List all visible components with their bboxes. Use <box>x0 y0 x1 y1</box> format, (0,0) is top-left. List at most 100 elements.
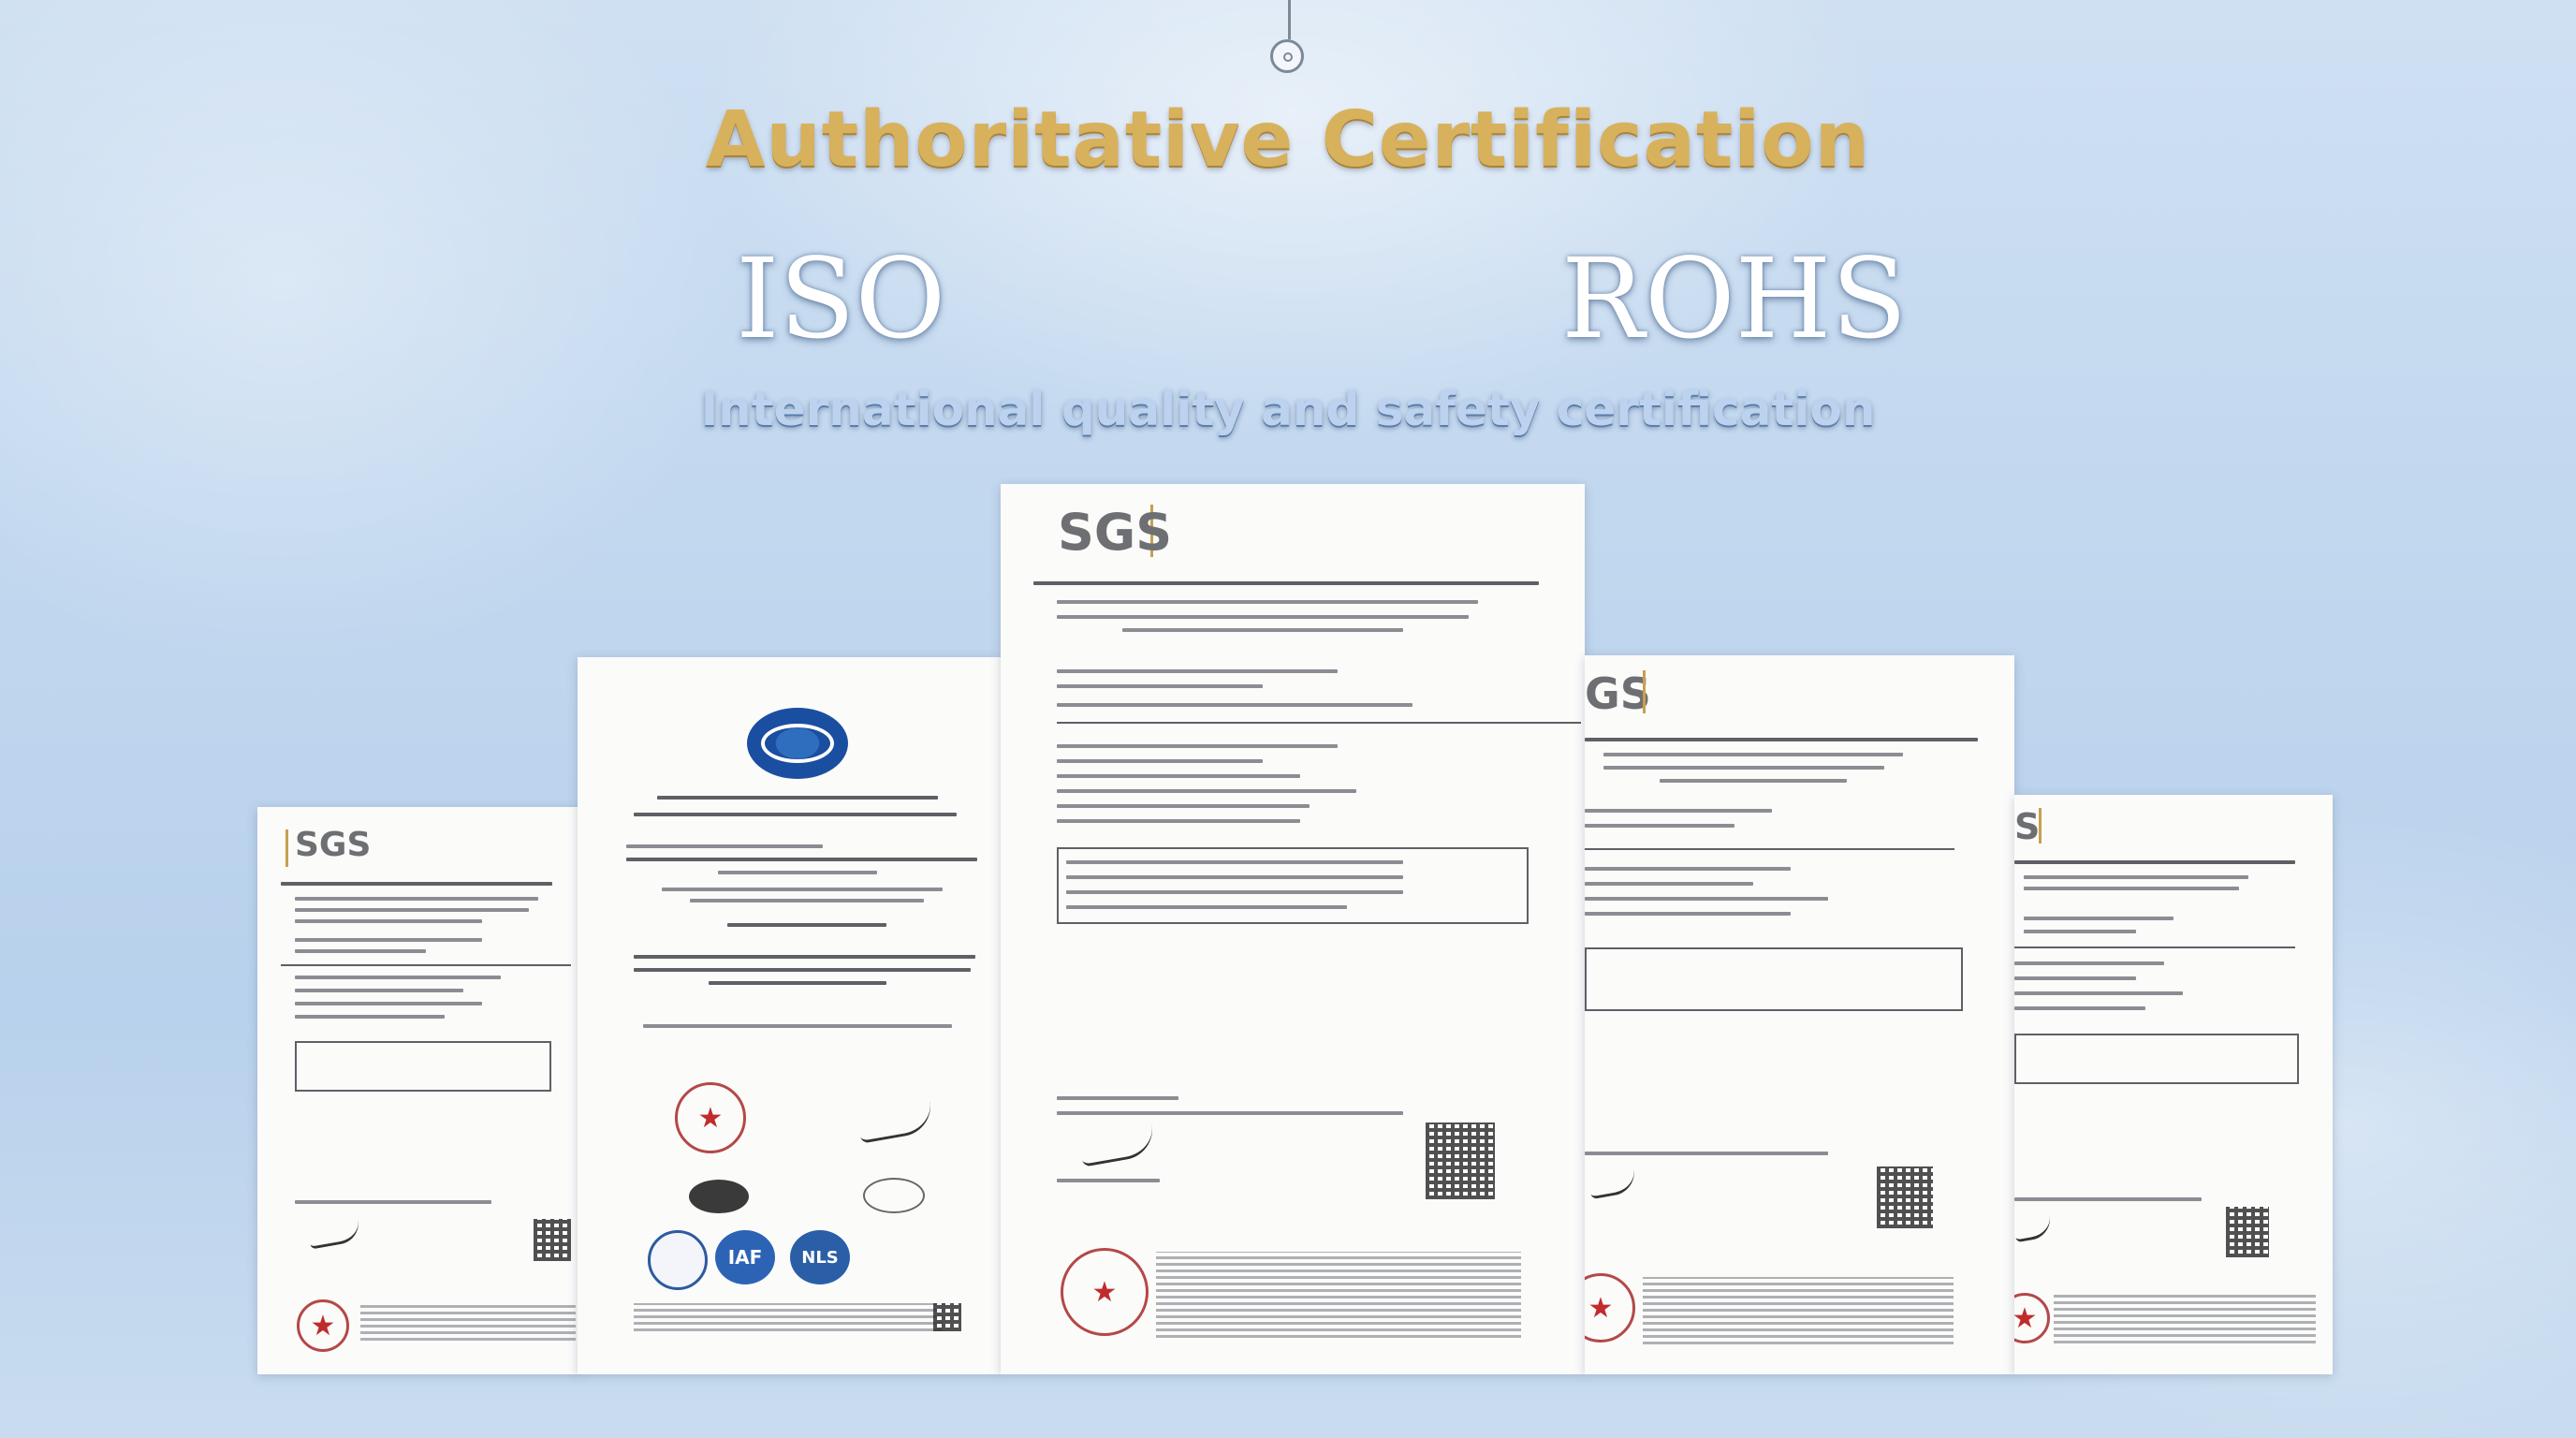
star-stamp-icon: ★ <box>675 1082 746 1153</box>
text-line <box>1603 766 1884 770</box>
text-line <box>626 858 977 861</box>
text-line <box>2024 887 2239 890</box>
certificate-center: SGS ★ <box>1001 484 1585 1374</box>
text-line <box>2014 991 2183 995</box>
text-line <box>634 955 975 959</box>
qr-code-icon <box>1877 1167 1933 1228</box>
footer-text <box>1643 1277 1954 1344</box>
hanger-hook <box>1283 52 1293 62</box>
signature-icon <box>2014 1214 2054 1243</box>
certificate-iso: ★ IAF NLS <box>578 657 1001 1374</box>
text-line <box>295 1002 482 1005</box>
text-line <box>690 899 924 902</box>
text-line <box>1057 1179 1160 1182</box>
iaf-mark: IAF <box>715 1230 775 1284</box>
text-line <box>1057 684 1263 688</box>
text-line <box>2014 1197 2202 1201</box>
logo-accent <box>1643 670 1646 713</box>
text-line <box>2024 875 2248 879</box>
oval-mark <box>689 1180 749 1213</box>
text-line <box>1585 738 1978 741</box>
text-line <box>1585 867 1791 871</box>
iso-label: ISO <box>736 234 946 363</box>
text-line <box>1585 824 1734 828</box>
logo-accent <box>2039 808 2042 844</box>
text-line <box>1057 789 1356 793</box>
logo-accent <box>285 829 288 867</box>
sgs-partial-logo: GS <box>1585 668 1651 719</box>
subtitle: International quality and safety certifi… <box>700 382 1876 436</box>
text-line <box>1066 875 1403 879</box>
result-table <box>1585 947 1963 1011</box>
sgs-partial-logo: S <box>2014 806 2041 847</box>
text-line <box>1057 744 1338 748</box>
text-line <box>295 919 482 923</box>
divider <box>2014 946 2295 948</box>
divider <box>1057 722 1581 724</box>
text-line <box>1122 628 1403 632</box>
star-stamp-icon: ★ <box>297 1299 349 1352</box>
text-line <box>295 908 529 912</box>
text-line <box>1057 774 1300 778</box>
text-line <box>662 888 943 891</box>
sgs-logo: SGS <box>295 826 372 864</box>
result-table <box>2014 1034 2299 1084</box>
text-line <box>295 1015 445 1019</box>
signature-icon <box>1077 1123 1158 1167</box>
footer-text <box>2054 1293 2316 1343</box>
text-line <box>1057 1111 1403 1115</box>
footer-text <box>634 1303 943 1331</box>
text-line <box>1057 703 1412 707</box>
globe-emblem-icon <box>747 708 848 779</box>
result-table <box>1057 847 1529 924</box>
text-line <box>1066 890 1403 894</box>
text-line <box>1057 615 1469 619</box>
oval-outline-mark <box>863 1178 925 1213</box>
text-line <box>709 981 886 985</box>
accreditation-mark: NLS <box>790 1230 850 1284</box>
text-line <box>2014 1006 2145 1010</box>
hanger-string <box>1288 0 1291 39</box>
certificate-far-right: S ★ <box>2014 795 2333 1374</box>
text-line <box>1033 581 1539 585</box>
text-line <box>2014 976 2136 980</box>
star-stamp-icon: ★ <box>1585 1273 1635 1343</box>
main-title: Authoritative Certification <box>705 95 1871 184</box>
text-line <box>295 1200 491 1204</box>
text-line <box>1585 897 1828 901</box>
divider <box>1585 848 1954 850</box>
divider <box>281 964 571 966</box>
text-line <box>727 923 886 927</box>
star-stamp-icon: ★ <box>1061 1248 1149 1336</box>
round-emblem-mark <box>648 1230 708 1290</box>
text-line <box>1057 1096 1178 1100</box>
text-line <box>657 796 938 800</box>
text-line <box>1057 600 1478 604</box>
certificate-far-left: SGS ★ <box>257 807 580 1374</box>
text-line <box>2024 917 2174 920</box>
text-line <box>1057 759 1263 763</box>
text-line <box>2024 930 2136 933</box>
text-line <box>718 871 877 874</box>
text-line <box>626 844 823 848</box>
text-line <box>1585 882 1753 886</box>
signature-icon <box>1588 1167 1638 1200</box>
signature-icon <box>307 1219 362 1250</box>
text-line <box>1057 819 1300 823</box>
signature-icon <box>856 1100 936 1144</box>
qr-code-icon <box>933 1303 961 1331</box>
text-line <box>1057 669 1338 673</box>
text-line <box>281 882 552 886</box>
certificate-right-center: GS ★ <box>1585 655 2014 1374</box>
sgs-logo: SGS <box>1058 503 1173 562</box>
text-line <box>1057 804 1310 808</box>
result-table <box>295 1041 551 1092</box>
qr-code-icon <box>534 1219 571 1261</box>
text-line <box>2014 860 2295 864</box>
qr-code-icon <box>2226 1207 2269 1257</box>
text-line <box>295 949 426 953</box>
text-line <box>295 976 501 979</box>
text-line <box>295 897 538 901</box>
text-line <box>1585 912 1791 916</box>
text-line <box>1603 753 1903 756</box>
